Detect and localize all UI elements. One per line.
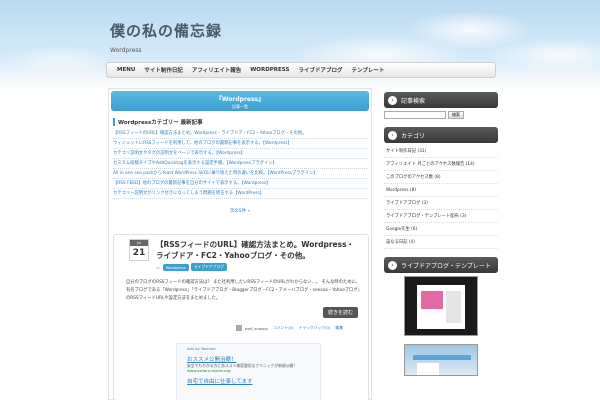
tag-link[interactable]: Wordpress	[162, 263, 189, 271]
read-more-button[interactable]: 続きを読む	[322, 307, 358, 318]
trackbacks-link[interactable]: トラックバック(0)	[299, 325, 331, 331]
folder-icon: ▭	[156, 264, 160, 270]
search-form: 検索	[384, 111, 498, 119]
recent-post-link[interactable]: カテゴリ説明文やタグの説明文をページで表示する。【Wordpress】	[113, 149, 367, 159]
nav-item-wordpress[interactable]: WORDPRESS	[250, 67, 289, 73]
site-title[interactable]: 僕の私の備忘録	[110, 20, 222, 41]
recent-post-link[interactable]: All in one seo packからYoast WordPress SEO…	[113, 169, 367, 179]
template-widget-title: ライブドアブログ・テンプレート	[401, 262, 491, 270]
search-widget-header: › 記事検索	[384, 92, 498, 108]
category-link[interactable]: ライブドアブログ・テンプレート配布 (3)	[384, 210, 498, 223]
category-banner-subtitle: 記事一覧	[232, 104, 248, 109]
post-excerpt: 自分のブログのRSSフィードの確認方法は？ また社利用したいRSSフィードのUR…	[126, 280, 362, 301]
category-banner-title: 『Wordpress』	[215, 96, 265, 103]
category-list: サイト制作日記 (31) アフィリエイト 月ごとのアクセス数報告 (14) この…	[384, 145, 498, 249]
ad-url[interactable]: www.osharu-stylen.org	[187, 368, 310, 373]
nav-item-templates[interactable]: テンプレート	[352, 66, 385, 74]
category-widget-header: › カテゴリ	[384, 127, 498, 143]
sidebar: › 記事検索 検索 › カテゴリ サイト制作日記 (31) アフィリエイト 月ご…	[384, 92, 498, 384]
post-title[interactable]: 【RSSフィードのURL】確認方法まとめ。Wordpress・ライブドア・FC2…	[156, 239, 361, 261]
ad-title[interactable]: おススメ公開治療！	[187, 355, 310, 363]
chevron-right-icon: ›	[388, 260, 397, 270]
recent-posts-list: 【RSSフィードのURL】確認方法まとめ。Wordpress・ライブドア・FC2…	[113, 129, 367, 199]
comments-link[interactable]: コメント(0)	[273, 325, 294, 331]
recent-post-link[interactable]: 【RSSフィードのURL】確認方法まとめ。Wordpress・ライブドア・FC2…	[113, 129, 367, 139]
tag-link[interactable]: ライブドアブログ	[190, 263, 228, 271]
category-link[interactable]: 宙なる日記 (4)	[384, 236, 498, 249]
site-description: Wordpress	[110, 47, 142, 54]
search-button[interactable]: 検索	[448, 111, 464, 119]
category-link[interactable]: このブログのアクセス数 (8)	[384, 171, 498, 184]
category-link[interactable]: ライブドアブログ (3)	[384, 197, 498, 210]
search-widget-title: 記事検索	[401, 97, 426, 105]
recent-posts-heading: Wordpressカテゴリー 最新記事	[113, 118, 367, 126]
template-thumbnails	[384, 276, 498, 376]
post-meta: wolf_snoopy コメント(0) トラックバック(0) 編集	[235, 325, 348, 331]
main-content: 『Wordpress』 記事一覧 Wordpressカテゴリー 最新記事 【RS…	[108, 88, 372, 400]
category-link[interactable]: サイト制作日記 (31)	[384, 145, 498, 158]
site-header: 僕の私の備忘録 Wordpress	[110, 20, 222, 54]
category-link[interactable]: Wordpress (8)	[384, 184, 498, 197]
post-card: Jul 21 【RSSフィードのURL】確認方法まとめ。Wordpress・ライ…	[113, 234, 369, 400]
search-widget: › 記事検索 検索	[384, 92, 498, 119]
search-input[interactable]	[384, 111, 446, 119]
nav-item-menu[interactable]: MENU	[117, 67, 135, 73]
recent-post-link[interactable]: 【RSS FEED】他のブログの最新記事を自分のサイトで表示する。【Wordpr…	[113, 179, 367, 189]
ad-block: Ads by Yoshiori おススメ公開治療！ 安全でもわかる方にあススメ美…	[176, 343, 321, 400]
global-nav: MENU サイト制作日記 アフィリエイト報告 WORDPRESS ライブドアブロ…	[106, 62, 496, 78]
category-widget: › カテゴリ サイト制作日記 (31) アフィリエイト 月ごとのアクセス数報告 …	[384, 127, 498, 249]
chevron-right-icon: ›	[388, 130, 397, 140]
template-thumbnail[interactable]	[404, 276, 478, 336]
category-banner: 『Wordpress』 記事一覧	[111, 91, 369, 111]
next-posts-link[interactable]: 次の5件 »	[109, 208, 371, 214]
edit-link[interactable]: 編集	[335, 325, 343, 331]
author-avatar	[235, 325, 242, 331]
template-widget: › ライブドアブログ・テンプレート	[384, 257, 498, 376]
category-link[interactable]: アフィリエイト 月ごとのアクセス数報告 (14)	[384, 158, 498, 171]
nav-item-livedoor-blog[interactable]: ライブドアブログ	[298, 66, 342, 74]
template-widget-header: › ライブドアブログ・テンプレート	[384, 257, 498, 273]
recent-post-link[interactable]: カスタム投稿タイプやAddQuicktagを表示する設定手順。【Wordpres…	[113, 159, 367, 169]
post-date: Jul 21	[129, 239, 149, 261]
nav-item-site-diary[interactable]: サイト制作日記	[144, 66, 183, 74]
template-thumbnail[interactable]	[404, 344, 478, 376]
recent-post-link[interactable]: カテゴリー説明文がリンク付きになってしまう問題を修正する【WordPress】	[113, 189, 367, 199]
category-widget-title: カテゴリ	[401, 132, 426, 140]
category-link[interactable]: Google先生 (6)	[384, 223, 498, 236]
post-tags: ▭ Wordpress ライブドアブログ	[156, 263, 229, 271]
recent-post-link[interactable]: ウィジェットにRSSフィードを利用して、他のブログの最新記事を表示する。【Wor…	[113, 139, 367, 149]
post-author[interactable]: wolf_snoopy	[245, 326, 268, 331]
post-date-day: 21	[132, 248, 146, 258]
chevron-right-icon: ›	[388, 95, 397, 105]
ad-title-2[interactable]: 自宅で自由に仕事してます	[187, 377, 310, 385]
nav-item-affiliate[interactable]: アフィリエイト報告	[192, 66, 241, 74]
ad-label[interactable]: Ads by Yoshiori	[187, 346, 310, 351]
